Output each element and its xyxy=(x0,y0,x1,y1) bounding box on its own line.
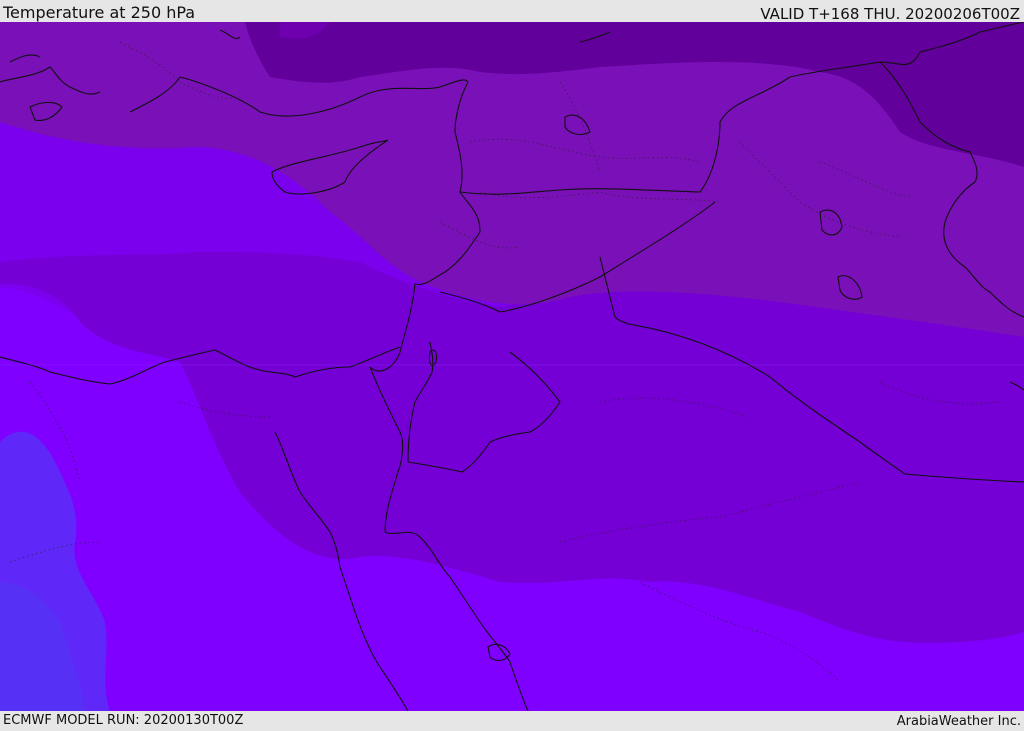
temperature-field-svg xyxy=(0,22,1024,711)
map-title: Temperature at 250 hPa xyxy=(3,3,196,22)
credit-label: ArabiaWeather Inc. xyxy=(896,714,1021,729)
map-footer: ECMWF MODEL RUN: 20200130T00Z ArabiaWeat… xyxy=(0,711,1024,729)
model-run-label: ECMWF MODEL RUN: 20200130T00Z xyxy=(3,713,244,728)
weather-map xyxy=(0,22,1024,711)
valid-time: VALID T+168 THU. 20200206T00Z xyxy=(760,5,1020,23)
map-header: Temperature at 250 hPa VALID T+168 THU. … xyxy=(0,0,1024,22)
